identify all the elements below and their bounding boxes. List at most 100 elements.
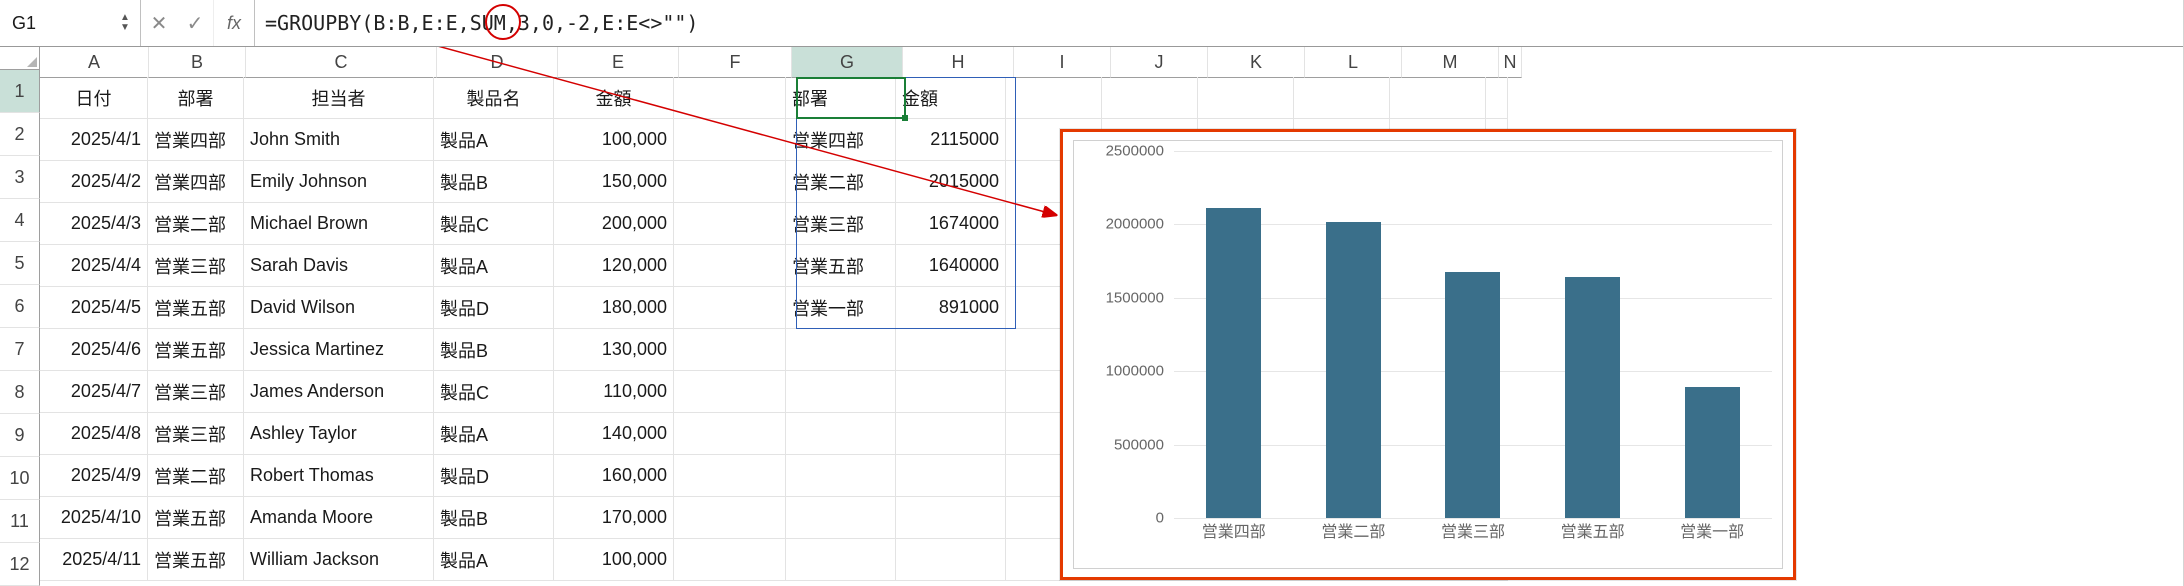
cell-D10[interactable]: 製品D: [434, 455, 554, 497]
chart-bar-2[interactable]: [1445, 272, 1500, 518]
col-header-A[interactable]: A: [40, 47, 149, 78]
cell-G9[interactable]: [786, 413, 896, 455]
select-all-corner[interactable]: [0, 47, 40, 70]
cell-E12[interactable]: 100,000: [554, 539, 674, 581]
cell-G3[interactable]: 営業二部: [786, 161, 896, 203]
cell-H2[interactable]: 2115000: [896, 119, 1006, 161]
cell-B3[interactable]: 営業四部: [148, 161, 244, 203]
cell-D9[interactable]: 製品A: [434, 413, 554, 455]
cell-B5[interactable]: 営業三部: [148, 245, 244, 287]
cell-C9[interactable]: Ashley Taylor: [244, 413, 434, 455]
cell-F11[interactable]: [674, 497, 786, 539]
row-header-2[interactable]: 2: [0, 113, 40, 156]
cell-B8[interactable]: 営業三部: [148, 371, 244, 413]
cell-E3[interactable]: 150,000: [554, 161, 674, 203]
cell-G4[interactable]: 営業三部: [786, 203, 896, 245]
cell-A9[interactable]: 2025/4/8: [40, 413, 148, 455]
cell-C6[interactable]: David Wilson: [244, 287, 434, 329]
cell-F8[interactable]: [674, 371, 786, 413]
cell-G7[interactable]: [786, 329, 896, 371]
cell-H5[interactable]: 1640000: [896, 245, 1006, 287]
cell-A3[interactable]: 2025/4/2: [40, 161, 148, 203]
col-header-G[interactable]: G: [792, 47, 903, 78]
cell-D5[interactable]: 製品A: [434, 245, 554, 287]
cell-F5[interactable]: [674, 245, 786, 287]
cell-L1[interactable]: [1294, 77, 1390, 119]
insert-function-button[interactable]: fx: [213, 0, 255, 46]
cell-B12[interactable]: 営業五部: [148, 539, 244, 581]
cell-C1[interactable]: 担当者: [244, 77, 434, 119]
cell-H12[interactable]: [896, 539, 1006, 581]
col-header-L[interactable]: L: [1305, 47, 1402, 78]
row-header-12[interactable]: 12: [0, 543, 40, 586]
row-header-3[interactable]: 3: [0, 156, 40, 199]
row-header-1[interactable]: 1: [0, 70, 40, 113]
col-header-I[interactable]: I: [1014, 47, 1111, 78]
name-box-stepper[interactable]: ▲ ▼: [118, 13, 132, 33]
cell-B9[interactable]: 営業三部: [148, 413, 244, 455]
col-header-N[interactable]: N: [1499, 47, 1522, 78]
cell-H6[interactable]: 891000: [896, 287, 1006, 329]
row-header-9[interactable]: 9: [0, 414, 40, 457]
col-header-D[interactable]: D: [437, 47, 558, 78]
cell-E5[interactable]: 120,000: [554, 245, 674, 287]
cell-A7[interactable]: 2025/4/6: [40, 329, 148, 371]
cell-C7[interactable]: Jessica Martinez: [244, 329, 434, 371]
cell-F12[interactable]: [674, 539, 786, 581]
chart-bar-4[interactable]: [1685, 387, 1740, 518]
cell-F1[interactable]: [674, 77, 786, 119]
cell-A11[interactable]: 2025/4/10: [40, 497, 148, 539]
col-header-F[interactable]: F: [679, 47, 792, 78]
cell-D11[interactable]: 製品B: [434, 497, 554, 539]
cell-F7[interactable]: [674, 329, 786, 371]
cell-G6[interactable]: 営業一部: [786, 287, 896, 329]
cell-C11[interactable]: Amanda Moore: [244, 497, 434, 539]
cell-D6[interactable]: 製品D: [434, 287, 554, 329]
cell-K1[interactable]: [1198, 77, 1294, 119]
cell-A8[interactable]: 2025/4/7: [40, 371, 148, 413]
cell-C5[interactable]: Sarah Davis: [244, 245, 434, 287]
col-header-E[interactable]: E: [558, 47, 679, 78]
cell-C8[interactable]: James Anderson: [244, 371, 434, 413]
cell-H7[interactable]: [896, 329, 1006, 371]
row-header-11[interactable]: 11: [0, 500, 40, 543]
chart-bar-3[interactable]: [1565, 277, 1620, 518]
cell-I1[interactable]: [1006, 77, 1102, 119]
cell-E1[interactable]: 金額: [554, 77, 674, 119]
stepper-down-icon[interactable]: ▼: [118, 23, 132, 33]
cell-F4[interactable]: [674, 203, 786, 245]
cell-F10[interactable]: [674, 455, 786, 497]
col-header-J[interactable]: J: [1111, 47, 1208, 78]
chart-bar-1[interactable]: [1326, 222, 1381, 518]
cell-G11[interactable]: [786, 497, 896, 539]
cell-A5[interactable]: 2025/4/4: [40, 245, 148, 287]
cell-B4[interactable]: 営業二部: [148, 203, 244, 245]
col-header-H[interactable]: H: [903, 47, 1014, 78]
cell-G8[interactable]: [786, 371, 896, 413]
cell-J1[interactable]: [1102, 77, 1198, 119]
row-header-6[interactable]: 6: [0, 285, 40, 328]
accept-formula-button[interactable]: ✓: [177, 0, 213, 46]
col-header-B[interactable]: B: [149, 47, 246, 78]
cell-E11[interactable]: 170,000: [554, 497, 674, 539]
chart-bar-0[interactable]: [1206, 208, 1261, 518]
col-header-M[interactable]: M: [1402, 47, 1499, 78]
cell-E4[interactable]: 200,000: [554, 203, 674, 245]
cell-D7[interactable]: 製品B: [434, 329, 554, 371]
cell-H10[interactable]: [896, 455, 1006, 497]
cell-F6[interactable]: [674, 287, 786, 329]
cell-A2[interactable]: 2025/4/1: [40, 119, 148, 161]
cell-E6[interactable]: 180,000: [554, 287, 674, 329]
cell-D8[interactable]: 製品C: [434, 371, 554, 413]
cell-M1[interactable]: [1390, 77, 1486, 119]
cell-C3[interactable]: Emily Johnson: [244, 161, 434, 203]
cell-G10[interactable]: [786, 455, 896, 497]
chart-object[interactable]: 05000001000000150000020000002500000 営業四部…: [1060, 129, 1796, 580]
cell-E2[interactable]: 100,000: [554, 119, 674, 161]
row-header-4[interactable]: 4: [0, 199, 40, 242]
name-box[interactable]: G1 ▲ ▼: [0, 0, 141, 46]
row-header-8[interactable]: 8: [0, 371, 40, 414]
cell-B7[interactable]: 営業五部: [148, 329, 244, 371]
cell-H1[interactable]: 金額: [896, 77, 1006, 119]
sheet[interactable]: ABCDEFGHIJKLMN 日付部署担当者製品名金額部署金額2025/4/1営…: [40, 47, 2183, 586]
